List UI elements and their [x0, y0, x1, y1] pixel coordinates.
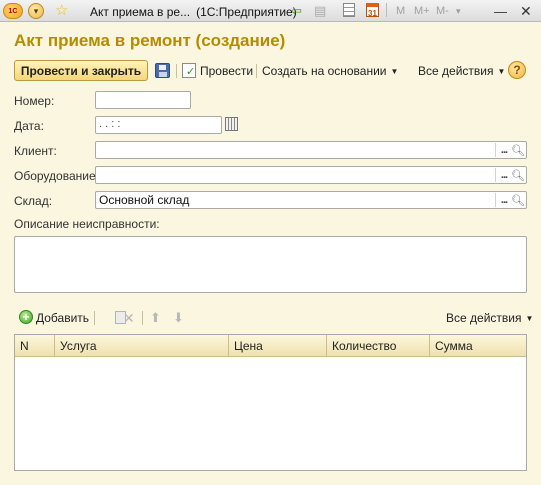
post-and-close-button[interactable]: Провести и закрыть [14, 60, 148, 81]
search-icon[interactable]: 🔍︎ [511, 168, 525, 182]
select-dots-icon[interactable]: ... [497, 143, 511, 157]
memory-button-m[interactable]: M [396, 3, 405, 19]
fault-description-label: Описание неисправности: [14, 217, 160, 231]
command-separator [176, 64, 177, 78]
field-separator [495, 193, 496, 207]
chevron-down-icon: ▼ [497, 67, 506, 76]
toolbar-separator [142, 311, 143, 325]
table-header: N Услуга Цена Количество Сумма [15, 335, 526, 357]
chevron-down-icon: ▼ [390, 67, 399, 76]
select-dots-icon[interactable]: ... [497, 193, 511, 207]
add-icon[interactable]: + [19, 310, 33, 324]
client-field[interactable]: ... 🔍︎ [95, 141, 527, 159]
search-icon[interactable]: 🔍︎ [511, 143, 525, 157]
search-icon[interactable]: 🔍︎ [511, 193, 525, 207]
close-icon[interactable]: ✕ [520, 3, 532, 19]
command-bar: Провести и закрыть Провести Создать на о… [14, 60, 529, 82]
column-header-n[interactable]: N [15, 335, 29, 356]
equipment-label: Оборудование: [14, 169, 99, 183]
column-header-sum[interactable]: Сумма [430, 335, 473, 356]
warehouse-field[interactable]: Основной склад ... 🔍︎ [95, 191, 527, 209]
field-separator [495, 143, 496, 157]
field-separator [495, 168, 496, 182]
date-label: Дата: [14, 119, 44, 133]
column-header-service[interactable]: Услуга [55, 335, 97, 356]
client-label: Клиент: [14, 144, 57, 158]
number-field[interactable] [95, 91, 191, 109]
table-all-actions-label: Все действия [446, 311, 522, 325]
chevron-down-icon: ▼ [525, 314, 534, 323]
move-down-icon[interactable]: ⬇ [173, 310, 184, 326]
window-titlebar: 1С ▾ ☆ Акт приема в ре... (1С:Предприяти… [0, 0, 541, 22]
menu-dropdown-icon[interactable]: ▾ [28, 3, 44, 19]
warehouse-label: Склад: [14, 194, 53, 208]
window-title: Акт приема в ре... (1С:Предприятие) [90, 4, 297, 20]
calendar-icon[interactable]: 31 [366, 3, 379, 18]
page-title: Акт приема в ремонт (создание) [14, 31, 286, 50]
number-label: Номер: [14, 94, 55, 108]
app-logo-icon[interactable]: 1С [3, 3, 23, 19]
table-toolbar: + Добавить ✕ ⬆ ⬇ Все действия ▼ [14, 308, 533, 328]
create-based-on-label: Создать на основании [262, 64, 387, 78]
date-picker-icon[interactable] [225, 117, 238, 131]
calculator-icon[interactable] [343, 3, 355, 17]
date-field[interactable]: . . : : [95, 116, 222, 134]
column-header-price[interactable]: Цена [229, 335, 263, 356]
document-title: Акт приема в ре... [90, 5, 191, 19]
help-icon[interactable]: ? [508, 61, 526, 79]
post-document-icon[interactable] [182, 63, 196, 78]
memory-button-m-plus[interactable]: M+ [414, 3, 430, 19]
back-arrow-icon[interactable]: ⇦ [291, 3, 302, 19]
minimize-icon[interactable]: — [494, 3, 507, 19]
favorite-star-icon[interactable]: ☆ [55, 3, 68, 19]
create-based-on-button[interactable]: Создать на основании ▼ [262, 64, 398, 78]
add-button[interactable]: Добавить [36, 311, 89, 325]
application-title: (1С:Предприятие) [196, 5, 297, 19]
equipment-field[interactable]: ... 🔍︎ [95, 166, 527, 184]
move-up-icon[interactable]: ⬆ [150, 310, 161, 326]
toolbar-separator [94, 311, 95, 325]
delete-icon[interactable]: ✕ [123, 310, 135, 327]
services-table[interactable]: N Услуга Цена Количество Сумма [14, 334, 527, 471]
all-actions-label: Все действия [418, 64, 494, 78]
table-all-actions-button[interactable]: Все действия ▼ [446, 311, 533, 325]
select-dots-icon[interactable]: ... [497, 168, 511, 182]
column-header-quantity[interactable]: Количество [327, 335, 396, 356]
titlebar-separator [386, 3, 387, 17]
command-separator [256, 64, 257, 78]
memory-dropdown-icon[interactable]: ▾ [456, 3, 461, 19]
warehouse-value: Основной склад [99, 193, 190, 207]
save-icon[interactable] [155, 63, 170, 78]
fault-description-field[interactable] [14, 236, 527, 293]
document-icon[interactable]: ▤ [314, 3, 326, 19]
memory-button-m-minus[interactable]: M- [436, 3, 449, 19]
post-button[interactable]: Провести [200, 64, 253, 78]
all-actions-button[interactable]: Все действия ▼ [418, 64, 505, 78]
